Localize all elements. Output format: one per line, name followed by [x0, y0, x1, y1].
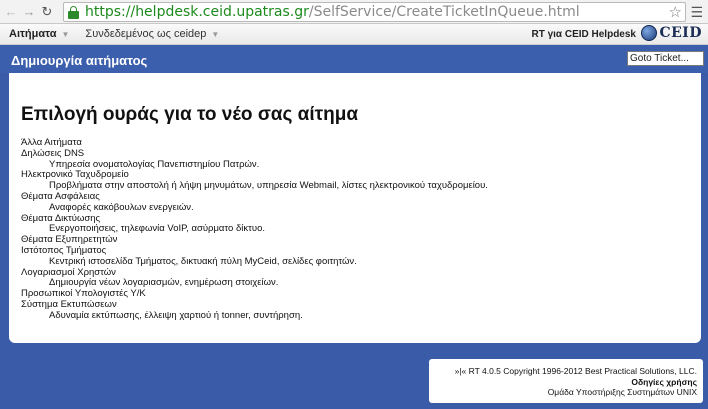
lock-icon: [68, 5, 79, 19]
page-footer: »|« RT 4.0.5 Copyright 1996-2012 Best Pr…: [429, 359, 703, 403]
queue-description: Ενεργοποιήσεις, τηλεφωνία VoIP, ασύρματο…: [49, 223, 265, 235]
menu-tickets[interactable]: Αιτήματα ▼: [9, 28, 69, 40]
bookmark-star-icon[interactable]: ☆: [669, 3, 682, 21]
queue-link-servers[interactable]: Θέματα Εξυπηρετητών: [21, 234, 691, 246]
address-bar[interactable]: https://helpdesk.ceid.upatras.gr/SelfSer…: [63, 2, 686, 22]
back-arrow-icon[interactable]: ←: [2, 2, 20, 22]
menu-logged-in-as[interactable]: Συνδεδεμένος ως ceidep ▼: [85, 28, 219, 40]
url-protocol: https://: [85, 4, 136, 20]
main-content: Επιλογή ουράς για το νέο σας αίτημα Άλλα…: [9, 73, 701, 343]
ceid-logo: CEID: [641, 25, 702, 41]
user-guide-link[interactable]: Οδηγίες χρήσης: [429, 377, 697, 388]
copyright-text: »|« RT 4.0.5 Copyright 1996-2012 Best Pr…: [454, 366, 697, 376]
forward-arrow-icon[interactable]: →: [20, 2, 38, 22]
rt-helpdesk-label: RT για CEID Helpdesk: [531, 29, 636, 40]
queue-description: Αναφορές κακόβουλων ενεργειών.: [49, 201, 194, 213]
url-path: /SelfService/CreateTicketInQueue.html: [308, 4, 580, 20]
select-queue-heading: Επιλογή ουράς για το νέο σας αίτημα: [21, 104, 358, 125]
support-team-text: Ομάδα Υποστήριξης Συστημάτων UNIX: [547, 387, 697, 397]
menu-logged-in-label: Συνδεδεμένος ως ceidep: [85, 28, 207, 40]
page-header: Δημιουργία αιτήματος: [0, 45, 708, 73]
queue-description: Προβλήματα στην αποστολή ή λήψη μηνυμάτω…: [49, 180, 488, 192]
browser-menu-icon[interactable]: ☰: [690, 4, 703, 21]
rt-top-menu: Αιτήματα ▼ Συνδεδεμένος ως ceidep ▼ RT για…: [0, 24, 708, 45]
queue-list: Άλλα Αιτήματα Δηλώσεις DNS Υπηρεσία ονομ…: [21, 137, 691, 322]
queue-link-dns[interactable]: Δηλώσεις DNS: [21, 148, 691, 160]
ceid-globe-icon: [641, 25, 658, 41]
queue-link-pcs[interactable]: Προσωπικοί Υπολογιστές Υ/Κ: [21, 288, 691, 300]
reload-icon[interactable]: ↻: [38, 2, 56, 22]
queue-description: Κεντρική ιστοσελίδα Τμήματος, δικτυακή π…: [49, 255, 357, 267]
queue-description: Αδυναμία εκτύπωσης, έλλειψη χαρτιού ή to…: [49, 309, 303, 321]
menu-tickets-label: Αιτήματα: [9, 28, 57, 40]
goto-ticket-input[interactable]: [627, 51, 704, 66]
chevron-down-icon: ▼: [61, 30, 70, 39]
ceid-logo-text: CEID: [659, 25, 702, 41]
chevron-down-icon: ▼: [211, 30, 220, 39]
page-title: Δημιουργία αιτήματος: [11, 53, 148, 68]
url-host: helpdesk.ceid.upatras.gr: [135, 4, 309, 20]
queue-link-other[interactable]: Άλλα Αιτήματα: [21, 137, 691, 149]
